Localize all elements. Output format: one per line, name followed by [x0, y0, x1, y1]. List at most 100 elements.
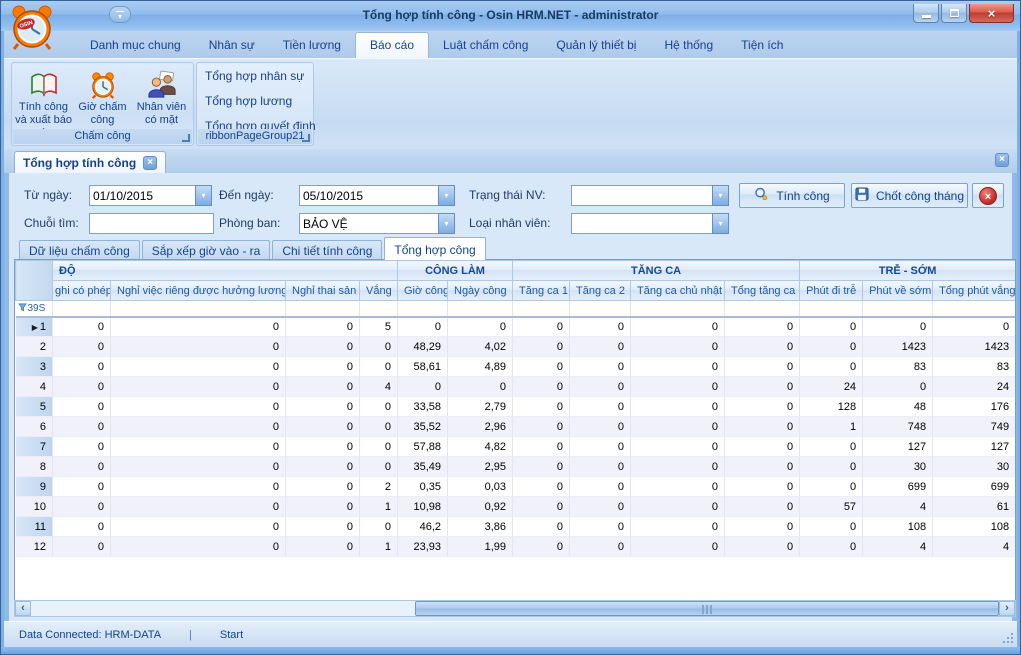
- phong-ban-input[interactable]: [299, 213, 438, 234]
- column-header-tang-ca-1[interactable]: Tăng ca 1: [513, 281, 570, 301]
- grid-cell[interactable]: 0: [360, 397, 398, 417]
- grid-cell[interactable]: 2,96: [448, 417, 513, 437]
- grid-cell[interactable]: 0: [570, 317, 631, 337]
- grid-cell[interactable]: 0: [800, 317, 863, 337]
- grid-cell[interactable]: 108: [933, 517, 1016, 537]
- grid-cell[interactable]: 748: [863, 417, 933, 437]
- grid-cell[interactable]: 0: [53, 537, 111, 557]
- grid-cell[interactable]: 24: [933, 377, 1016, 397]
- tu-ngay-input[interactable]: [89, 185, 195, 206]
- grid-cell[interactable]: 1: [360, 497, 398, 517]
- grid-cell[interactable]: 0: [360, 517, 398, 537]
- menu-tab-tien-ich[interactable]: Tiện ích: [727, 33, 797, 58]
- column-header-tang-ca-chu-nhat[interactable]: Tăng ca chủ nhật: [631, 281, 725, 301]
- grid-cell[interactable]: 0: [631, 357, 725, 377]
- grid-cell[interactable]: 0: [863, 377, 933, 397]
- grid-cell[interactable]: 4: [360, 377, 398, 397]
- grid-cell[interactable]: 0: [111, 417, 286, 437]
- title-bar[interactable]: OSIN ▾ Tổng hợp tính công - Osin HRM.NET…: [1, 1, 1020, 31]
- grid-cell[interactable]: 0: [570, 477, 631, 497]
- filter-cell-tong-phut-vang[interactable]: [933, 301, 1016, 317]
- grid-cell[interactable]: 0: [570, 537, 631, 557]
- grid-cell[interactable]: 0: [398, 377, 448, 397]
- grid-cell[interactable]: 0: [631, 337, 725, 357]
- grid-cell[interactable]: 0: [631, 477, 725, 497]
- dialog-launcher-icon[interactable]: [302, 134, 310, 142]
- grid-cell[interactable]: 127: [933, 437, 1016, 457]
- grid-cell[interactable]: 0: [570, 517, 631, 537]
- grid-cell[interactable]: 0: [800, 357, 863, 377]
- grid-cell[interactable]: 0: [53, 457, 111, 477]
- grid-cell[interactable]: 0: [111, 497, 286, 517]
- grid-cell[interactable]: 0: [53, 397, 111, 417]
- grid-cell[interactable]: 0: [111, 457, 286, 477]
- grid-cell[interactable]: 0: [286, 417, 360, 437]
- grid-cell[interactable]: 0: [631, 377, 725, 397]
- grid-cell[interactable]: 35,49: [398, 457, 448, 477]
- scroll-right-icon[interactable]: ›: [999, 601, 1015, 616]
- grid-cell[interactable]: 1423: [863, 337, 933, 357]
- grid-cell[interactable]: 0: [725, 357, 800, 377]
- grid-cell[interactable]: 1: [800, 417, 863, 437]
- filter-cell-ngay-cong[interactable]: [448, 301, 513, 317]
- grid-cell[interactable]: 0: [725, 497, 800, 517]
- grid-tab-chi-tiet-tinh-cong[interactable]: Chi tiết tính công: [272, 240, 382, 260]
- grid-cell[interactable]: 0: [513, 357, 570, 377]
- grid-cell[interactable]: 749: [933, 417, 1016, 437]
- column-header-phut-ve-som[interactable]: Phút về sớm: [863, 281, 933, 301]
- menu-tab-quan-ly-thiet-bi[interactable]: Quản lý thiết bị: [542, 33, 650, 58]
- grid-tab-du-lieu-cham-cong[interactable]: Dữ liệu chấm công: [19, 240, 140, 260]
- ribbon-item-tong-hop-luong[interactable]: Tổng hợp lương: [197, 88, 313, 113]
- grid-cell[interactable]: 0: [631, 417, 725, 437]
- grid-cell[interactable]: 0: [513, 397, 570, 417]
- grid-cell[interactable]: 0: [53, 317, 111, 337]
- column-header-ghi-co-phep[interactable]: ghi có phép: [53, 281, 111, 301]
- column-header-tong-tang-ca[interactable]: Tổng tăng ca: [725, 281, 800, 301]
- row-indicator-10[interactable]: 10: [16, 497, 53, 517]
- doc-tab-tong-hop-tinh-cong[interactable]: Tổng hợp tính công ×: [14, 151, 166, 173]
- grid-cell[interactable]: 3,86: [448, 517, 513, 537]
- menu-tab-tien-luong[interactable]: Tiền lương: [269, 33, 355, 58]
- grid-cell[interactable]: 0: [53, 377, 111, 397]
- horizontal-scrollbar[interactable]: ‹ ›: [14, 600, 1016, 617]
- filter-cell-phut-i-tre[interactable]: [800, 301, 863, 317]
- grid-cell[interactable]: 0: [360, 357, 398, 377]
- chot-cong-thang-button[interactable]: Chốt công tháng: [851, 183, 968, 208]
- filter-cell-ghi-co-phep[interactable]: [53, 301, 111, 317]
- filter-cell-tong-tang-ca[interactable]: [725, 301, 800, 317]
- grid-cell[interactable]: 24: [800, 377, 863, 397]
- grid-cell[interactable]: 0: [725, 477, 800, 497]
- grid-cell[interactable]: 2,79: [448, 397, 513, 417]
- row-indicator-4[interactable]: 4: [16, 377, 53, 397]
- grid-cell[interactable]: 0: [53, 417, 111, 437]
- grid-cell[interactable]: 0,03: [448, 477, 513, 497]
- grid-cell[interactable]: 0: [286, 477, 360, 497]
- grid-cell[interactable]: 0: [111, 517, 286, 537]
- chevron-down-icon[interactable]: ▾: [438, 213, 455, 234]
- grid-cell[interactable]: 33,58: [398, 397, 448, 417]
- band-header-tre-som[interactable]: TRỄ - SỚM: [800, 261, 1016, 281]
- grid-cell[interactable]: 0,35: [398, 477, 448, 497]
- chuoi-tim-input[interactable]: [89, 213, 214, 234]
- grid-cell[interactable]: 0: [631, 397, 725, 417]
- maximize-button[interactable]: [941, 4, 967, 23]
- grid-cell[interactable]: 0: [53, 437, 111, 457]
- grid-cell[interactable]: 0: [513, 537, 570, 557]
- den-ngay-input[interactable]: [299, 185, 438, 206]
- grid-cell[interactable]: 0: [513, 517, 570, 537]
- grid-cell[interactable]: 83: [863, 357, 933, 377]
- grid-cell[interactable]: 0: [800, 437, 863, 457]
- grid-cell[interactable]: 699: [933, 477, 1016, 497]
- grid-cell[interactable]: 0: [513, 437, 570, 457]
- grid-cell[interactable]: 0: [631, 537, 725, 557]
- grid-tab-sap-xep-gio-vao-ra[interactable]: Sắp xếp giờ vào - ra: [142, 240, 271, 260]
- band-header-tang-ca[interactable]: TĂNG CA: [513, 261, 800, 281]
- filter-cell-tang-ca-2[interactable]: [570, 301, 631, 317]
- grid-cell[interactable]: 1423: [933, 337, 1016, 357]
- scroll-left-icon[interactable]: ‹: [15, 601, 31, 616]
- chevron-down-icon[interactable]: ▾: [195, 185, 212, 206]
- grid-cell[interactable]: 0: [631, 517, 725, 537]
- column-header-tong-phut-vang[interactable]: Tổng phút vắng: [933, 281, 1016, 301]
- ribbon-item-tong-hop-nhan-su[interactable]: Tổng hợp nhân sự: [197, 63, 313, 88]
- grid-cell[interactable]: 0: [111, 397, 286, 417]
